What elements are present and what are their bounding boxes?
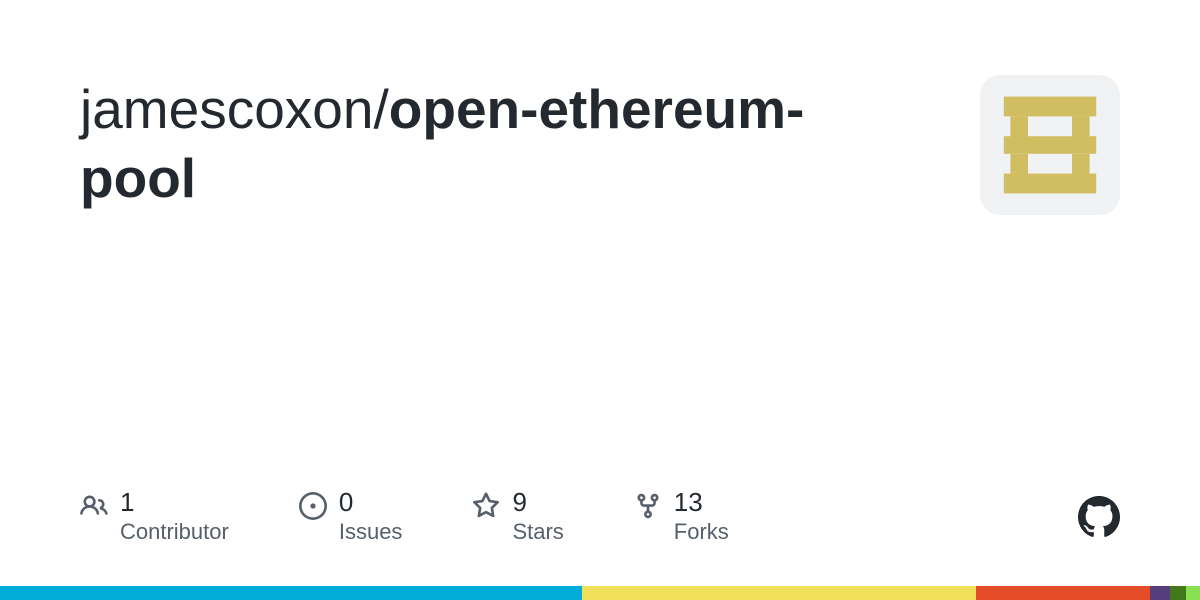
issues-label: Issues [339,519,403,545]
people-icon [80,492,108,520]
forks-count: 13 [674,488,729,517]
contributors-label: Contributor [120,519,229,545]
stars-label: Stars [512,519,563,545]
stat-issues[interactable]: 0 Issues [299,488,403,545]
language-bar [0,586,1200,600]
repo-separator: / [373,78,388,140]
lang-css [1150,586,1170,600]
stats-row: 1 Contributor 0 Issues 9 S [80,488,1120,600]
repo-owner[interactable]: jamescoxon [80,78,373,140]
github-logo-icon[interactable] [1078,496,1120,538]
lang-html [976,586,1150,600]
lang-go [0,586,582,600]
stat-contributors[interactable]: 1 Contributor [80,488,229,545]
stars-count: 9 [512,488,563,517]
stat-forks[interactable]: 13 Forks [634,488,729,545]
forks-label: Forks [674,519,729,545]
avatar[interactable] [980,75,1120,215]
lang-javascript [582,586,976,600]
stat-stars[interactable]: 9 Stars [472,488,563,545]
repo-title: jamescoxon/open-ethereum-pool [80,75,860,213]
fork-icon [634,492,662,520]
issue-icon [299,492,327,520]
lang-shell [1186,586,1200,600]
avatar-icon [995,90,1105,200]
issues-count: 0 [339,488,403,517]
contributors-count: 1 [120,488,229,517]
lang-makefile [1170,586,1186,600]
star-icon [472,492,500,520]
